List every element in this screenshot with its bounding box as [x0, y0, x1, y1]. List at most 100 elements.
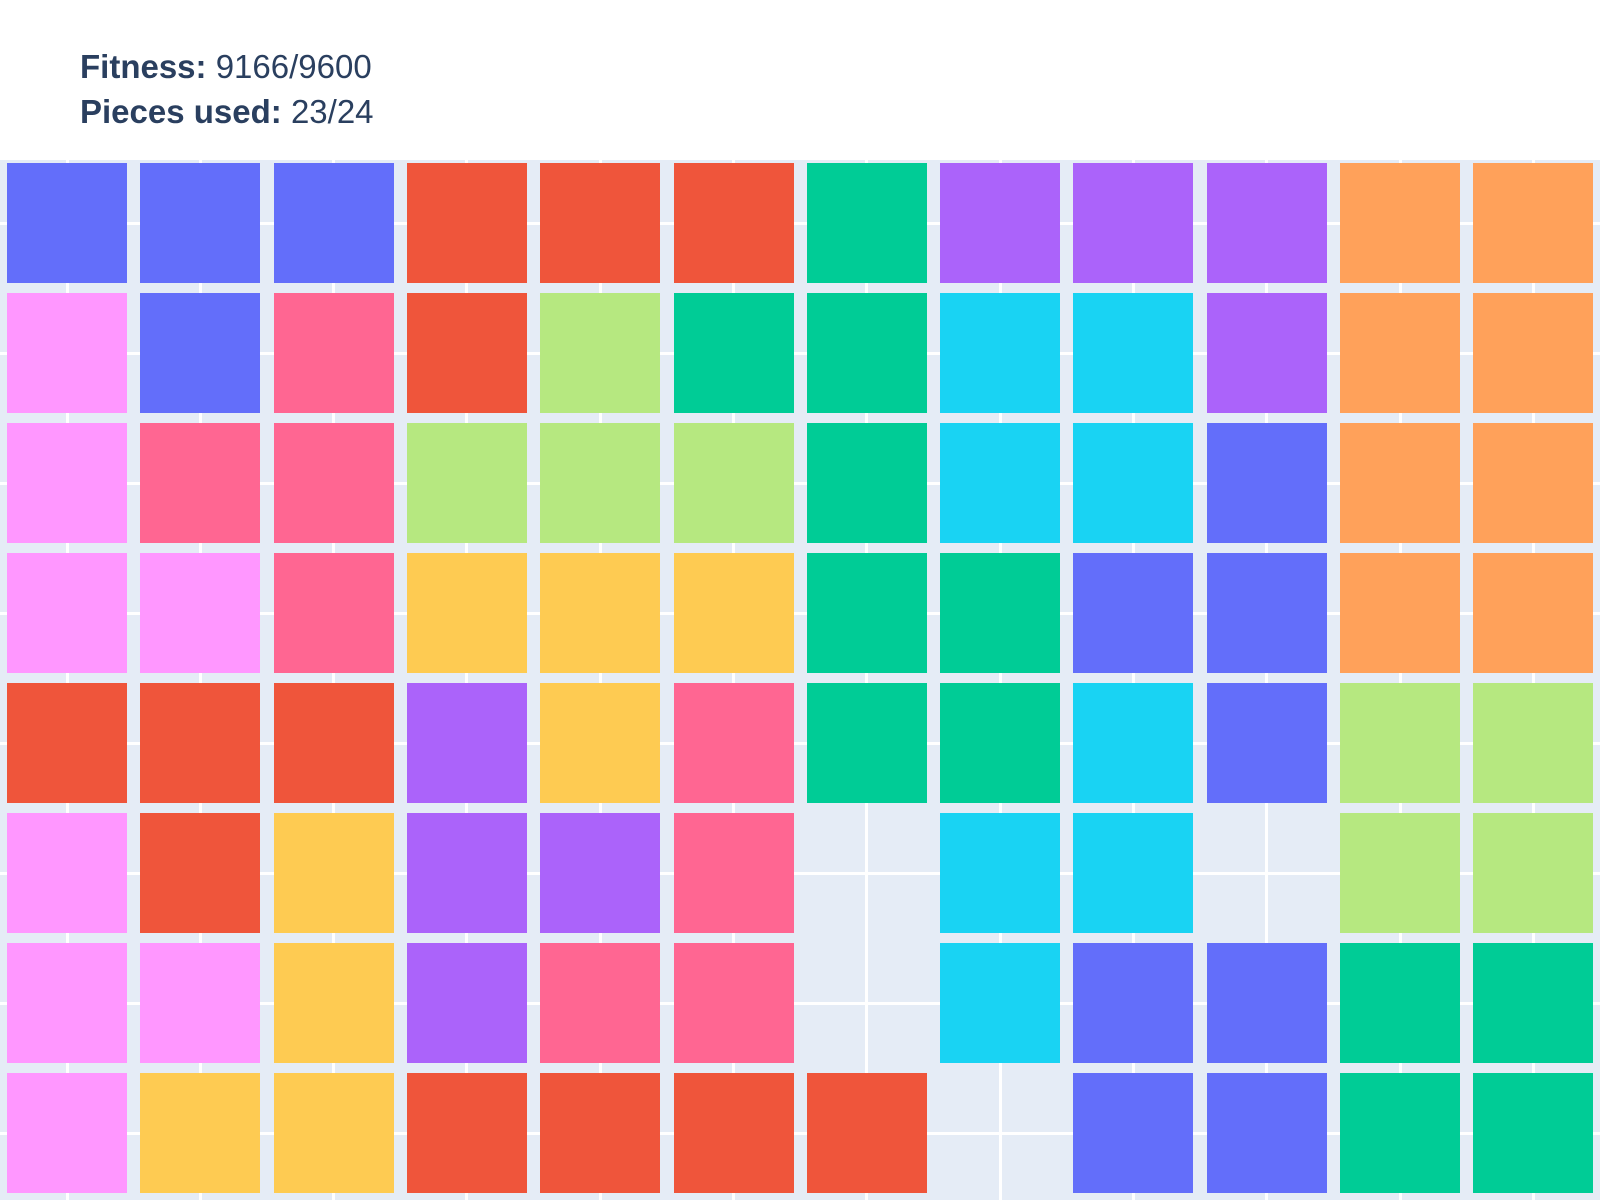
stats-panel: Fitness: 9166/9600 Pieces used: 23/24 — [80, 44, 374, 134]
board-cell — [540, 293, 661, 413]
board-cell — [673, 943, 794, 1063]
board-cell — [673, 293, 794, 413]
board-cell — [273, 163, 394, 283]
board-cell — [940, 163, 1061, 283]
board-cell — [806, 1073, 927, 1193]
board-cell — [540, 943, 661, 1063]
board-cell — [140, 943, 261, 1063]
board-cell — [673, 1073, 794, 1193]
board-cell — [940, 423, 1061, 543]
board-cell — [1473, 813, 1594, 933]
pieces-used-label: Pieces used: — [80, 93, 282, 130]
board-cell — [540, 683, 661, 803]
board-cell — [140, 1073, 261, 1193]
board-cell — [140, 553, 261, 673]
board-cell — [406, 163, 527, 283]
board-cell — [1473, 553, 1594, 673]
board-cell — [1473, 943, 1594, 1063]
board-cell — [540, 813, 661, 933]
board-cell — [7, 163, 127, 283]
board-cell — [1206, 943, 1327, 1063]
board-cell — [140, 683, 261, 803]
board-cell — [673, 163, 794, 283]
board-cell — [940, 683, 1061, 803]
board-cell — [806, 423, 927, 543]
board-cell — [1206, 423, 1327, 543]
board-cell — [7, 813, 127, 933]
board-cell — [273, 943, 394, 1063]
board-cell — [1473, 683, 1594, 803]
board-cell — [540, 1073, 661, 1193]
board-cell — [7, 293, 127, 413]
fitness-value: 9166/9600 — [215, 48, 372, 85]
board-cell — [406, 683, 527, 803]
board-cell — [1473, 293, 1594, 413]
board-cell — [673, 423, 794, 543]
board-cell — [1073, 423, 1194, 543]
board-cell — [273, 293, 394, 413]
board-cell — [1073, 1073, 1194, 1193]
board-cell — [1206, 293, 1327, 413]
board-cell — [673, 813, 794, 933]
pieces-used-stat: Pieces used: 23/24 — [80, 89, 374, 134]
board-cell — [673, 683, 794, 803]
board-cell — [940, 943, 1061, 1063]
puzzle-board — [0, 160, 1600, 1200]
board-cell — [806, 163, 927, 283]
board-cell — [140, 423, 261, 543]
fitness-stat: Fitness: 9166/9600 — [80, 44, 374, 89]
board-cell — [406, 423, 527, 543]
board-cell — [406, 943, 527, 1063]
board-cell — [7, 683, 127, 803]
board-cell — [1340, 553, 1460, 673]
board-cell — [1073, 683, 1194, 803]
board-cell — [273, 813, 394, 933]
board-cell — [7, 553, 127, 673]
board-cell — [273, 1073, 394, 1193]
board-cell — [7, 1073, 127, 1193]
board-cell — [806, 293, 927, 413]
board-cell — [540, 423, 661, 543]
board-cell — [1340, 813, 1460, 933]
board-cell — [1073, 553, 1194, 673]
board-cell — [540, 163, 661, 283]
board-cell — [1340, 683, 1460, 803]
board-cell — [1340, 163, 1460, 283]
board-cell — [406, 1073, 527, 1193]
board-cell — [1206, 163, 1327, 283]
board-cell — [806, 683, 927, 803]
board-cell — [673, 553, 794, 673]
board-cell — [1073, 293, 1194, 413]
board-cell — [1340, 943, 1460, 1063]
board-cell — [1340, 423, 1460, 543]
board-cell — [940, 813, 1061, 933]
board-cell — [1473, 1073, 1594, 1193]
board-cell — [940, 553, 1061, 673]
board-cell — [273, 423, 394, 543]
board-cell — [140, 163, 261, 283]
board-cell — [1340, 293, 1460, 413]
board-cell — [406, 813, 527, 933]
board-cell — [406, 553, 527, 673]
board-cell — [1073, 163, 1194, 283]
board-cell — [273, 553, 394, 673]
board-cell — [540, 553, 661, 673]
board-cell — [1206, 683, 1327, 803]
board-cell — [140, 813, 261, 933]
board-cell — [406, 293, 527, 413]
board-cell — [1473, 163, 1594, 283]
board-cell — [1073, 943, 1194, 1063]
board-cell — [1206, 1073, 1327, 1193]
board-cell — [273, 683, 394, 803]
board-cell — [1206, 553, 1327, 673]
board-cell — [940, 293, 1061, 413]
board-cell — [806, 553, 927, 673]
board-cell — [7, 423, 127, 543]
fitness-label: Fitness: — [80, 48, 207, 85]
pieces-used-value: 23/24 — [290, 93, 374, 130]
board-cell — [1340, 1073, 1460, 1193]
board-cell — [140, 293, 261, 413]
board-cell — [1473, 423, 1594, 543]
board-cell — [1073, 813, 1194, 933]
board-cell — [7, 943, 127, 1063]
